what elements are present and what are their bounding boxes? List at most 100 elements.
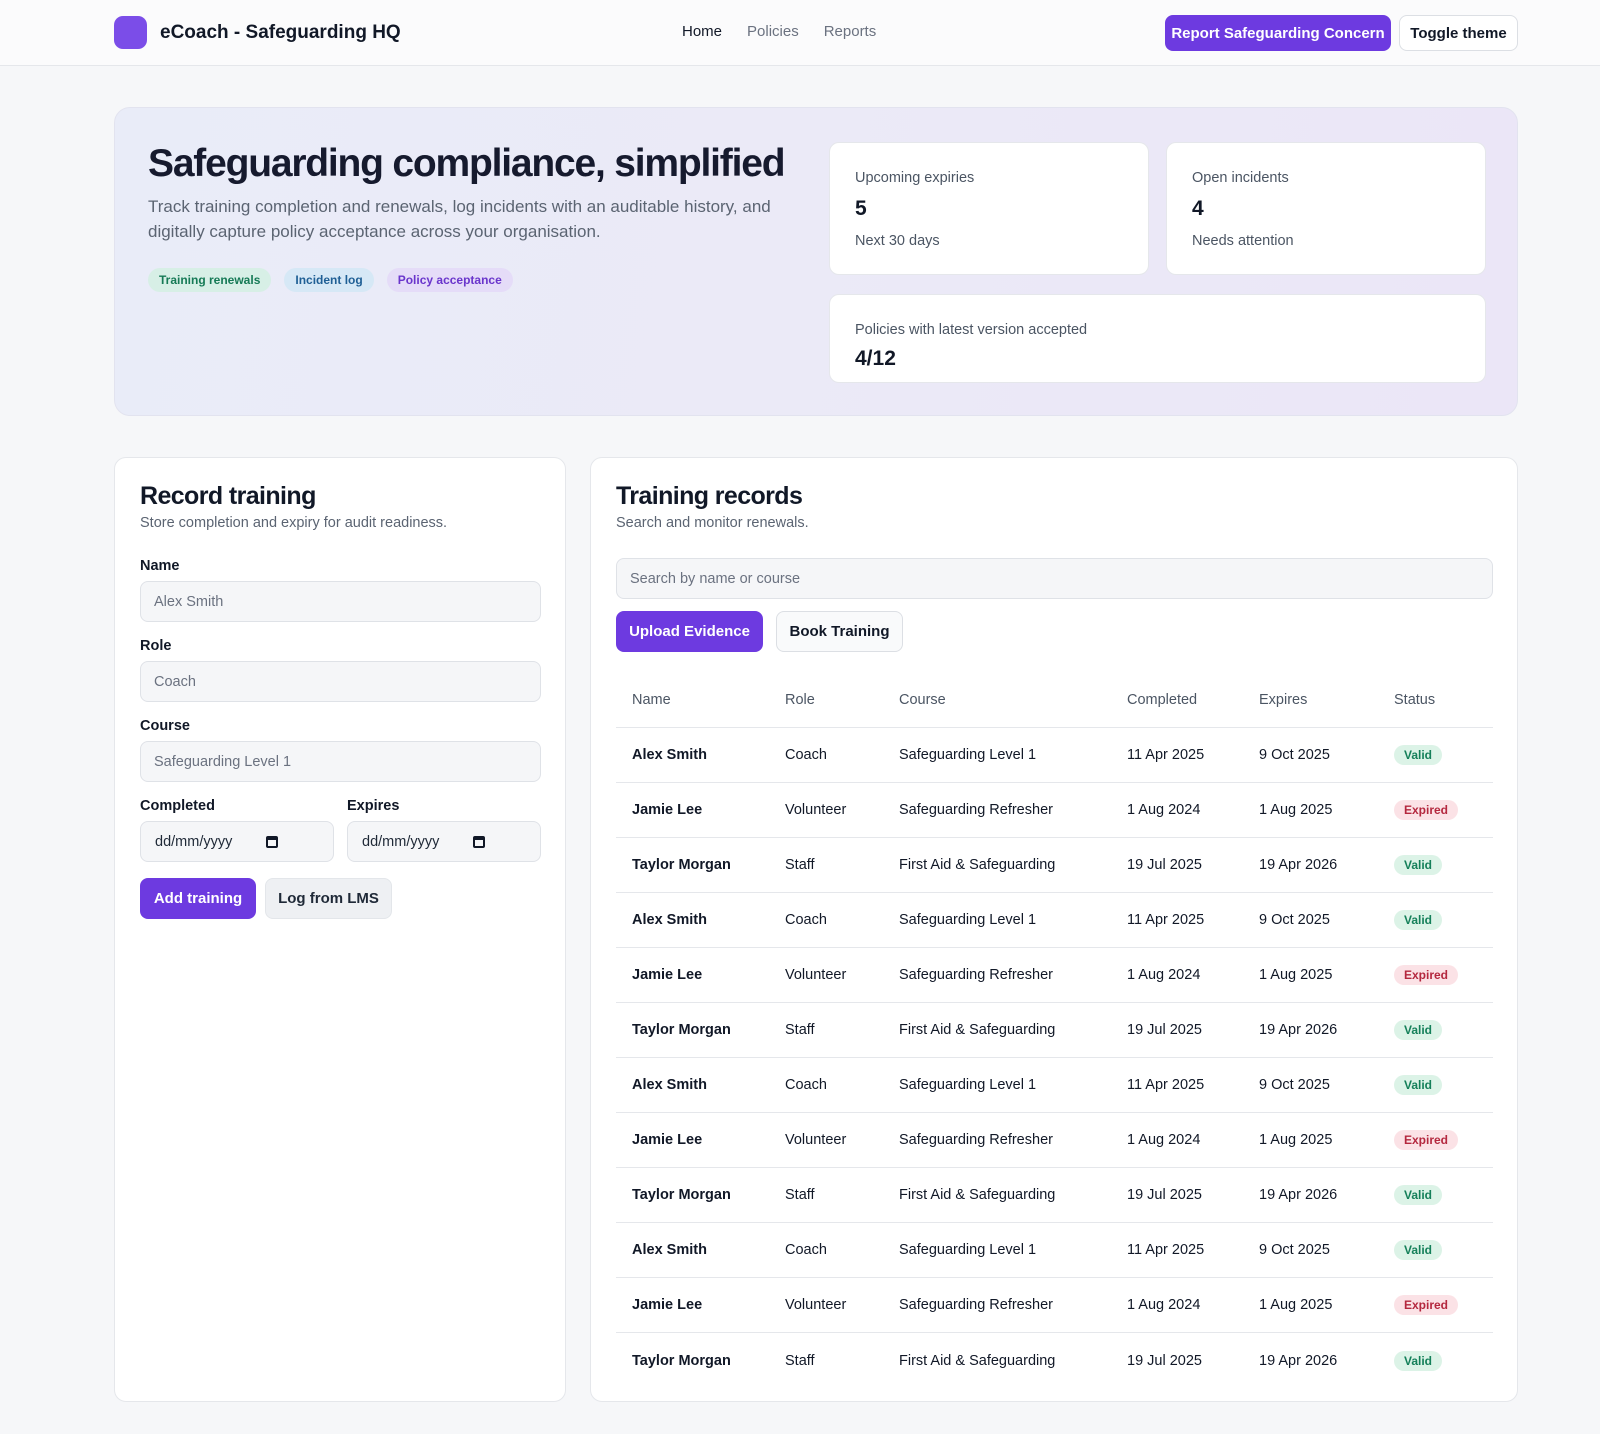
cell-completed: 19 Jul 2025	[1127, 1352, 1202, 1369]
cell-name: Taylor Morgan	[632, 857, 731, 873]
course-label: Course	[140, 718, 190, 734]
completed-label: Completed	[140, 798, 215, 814]
cell-completed: 11 Apr 2025	[1127, 912, 1205, 928]
table-row[interactable]: Jamie Lee Volunteer Safeguarding Refresher…	[616, 1113, 1493, 1168]
date-value: dd/mm/yyyy	[155, 833, 233, 850]
tag-incident-log: Incident log	[284, 268, 374, 292]
cell-expires: 9 Oct 2025	[1259, 1242, 1330, 1258]
add-training-button[interactable]: Add training	[140, 878, 256, 919]
completed-date-field[interactable]: dd/mm/yyyy	[140, 821, 334, 862]
cell-course: Safeguarding Level 1	[899, 912, 1037, 928]
cell-expires: 1 Aug 2025	[1259, 802, 1333, 818]
brand-logo-icon	[114, 16, 147, 49]
cell-role: Volunteer	[785, 967, 847, 983]
cell-role: Coach	[785, 1077, 827, 1093]
cell-name: Jamie Lee	[632, 967, 703, 983]
column-header-completed[interactable]: Completed	[1111, 692, 1243, 708]
cell-course: Safeguarding Refresher	[899, 1297, 1053, 1313]
column-header-expires[interactable]: Expires	[1243, 692, 1378, 708]
role-field[interactable]	[140, 661, 541, 702]
calendar-icon[interactable]	[266, 836, 278, 848]
cell-expires: 9 Oct 2025	[1259, 912, 1330, 928]
panel-subtitle: Search and monitor renewals.	[616, 515, 809, 531]
table-row[interactable]: Alex Smith Coach Safeguarding Level 1 11 Ap…	[616, 1223, 1493, 1278]
table-row[interactable]: Jamie Lee Volunteer Safeguarding Refresher…	[616, 1278, 1493, 1333]
cell-role: Volunteer	[785, 1132, 847, 1148]
cell-status: Valid	[1378, 1240, 1493, 1260]
cell-name: Alex Smith	[632, 1077, 707, 1093]
cell-status: Valid	[1378, 1020, 1493, 1040]
cell-status: Valid	[1378, 910, 1493, 930]
stat-hint: Next 30 days	[855, 233, 940, 249]
column-header-course[interactable]: Course	[883, 692, 1111, 708]
table-row[interactable]: Alex Smith Coach Safeguarding Level 1 11 Ap…	[616, 1058, 1493, 1113]
table-row[interactable]: Taylor Morgan Staff First Aid & Safeguardi…	[616, 838, 1493, 893]
status-badge: Valid	[1394, 1075, 1443, 1095]
table-row[interactable]: Taylor Morgan Staff First Aid & Safeguardi…	[616, 1168, 1493, 1223]
open-incidents-card: Open incidents 4 Needs attention	[1166, 142, 1486, 275]
column-header-name[interactable]: Name	[616, 692, 769, 708]
cell-role: Staff	[785, 1022, 815, 1038]
expires-date-field[interactable]: dd/mm/yyyy	[347, 821, 541, 862]
calendar-icon[interactable]	[473, 836, 485, 848]
status-badge: Expired	[1394, 800, 1459, 820]
cell-expires: 19 Apr 2026	[1259, 1187, 1338, 1203]
upcoming-expiries-card: Upcoming expiries 5 Next 30 days	[829, 142, 1149, 275]
cell-expires: 9 Oct 2025	[1259, 747, 1330, 763]
upload-evidence-button[interactable]: Upload Evidence	[616, 611, 763, 652]
cell-course: First Aid & Safeguarding	[899, 1022, 1056, 1038]
record-training-panel: Record training Store completion and exp…	[114, 457, 566, 1402]
cell-role: Coach	[785, 912, 827, 928]
panel-title: Record training	[140, 482, 316, 510]
nav-reports[interactable]: Reports	[824, 23, 877, 40]
table-row[interactable]: Taylor Morgan Staff First Aid & Safeguardi…	[616, 1003, 1493, 1058]
cell-status: Valid	[1378, 1075, 1493, 1095]
course-field[interactable]	[140, 741, 541, 782]
status-badge: Valid	[1394, 1020, 1443, 1040]
search-input[interactable]	[616, 558, 1493, 599]
name-field[interactable]	[140, 581, 541, 622]
cell-status: Expired	[1378, 1130, 1493, 1150]
status-badge: Valid	[1394, 855, 1443, 875]
table-row[interactable]: Taylor Morgan Staff First Aid & Safeguardi…	[616, 1333, 1493, 1388]
cell-course: Safeguarding Refresher	[899, 967, 1053, 983]
table-row[interactable]: Alex Smith Coach Safeguarding Level 1 11 Ap…	[616, 728, 1493, 783]
expires-label: Expires	[347, 798, 400, 814]
cell-completed: 11 Apr 2025	[1127, 1077, 1205, 1093]
cell-role: Volunteer	[785, 802, 847, 818]
toggle-theme-button[interactable]: Toggle theme	[1399, 15, 1518, 51]
status-badge: Valid	[1394, 910, 1443, 930]
cell-name: Jamie Lee	[632, 1297, 703, 1313]
cell-expires: 19 Apr 2026	[1259, 1022, 1338, 1038]
cell-status: Expired	[1378, 1295, 1493, 1315]
date-value: dd/mm/yyyy	[362, 833, 440, 850]
cell-name: Alex Smith	[632, 912, 707, 928]
panel-title: Training records	[616, 482, 803, 510]
app-title: eCoach - Safeguarding HQ	[160, 21, 401, 43]
nav-home[interactable]: Home	[682, 23, 722, 40]
cell-name: Alex Smith	[632, 1242, 707, 1258]
cell-expires: 9 Oct 2025	[1259, 1077, 1330, 1093]
cell-expires: 1 Aug 2025	[1259, 1132, 1333, 1148]
cell-completed: 1 Aug 2024	[1127, 967, 1201, 983]
main-nav: Home Policies Reports	[682, 23, 876, 40]
status-badge: Expired	[1394, 1130, 1459, 1150]
cell-expires: 19 Apr 2026	[1259, 857, 1338, 873]
name-label: Name	[140, 558, 180, 574]
stat-hint: Needs attention	[1192, 233, 1294, 249]
panel-subtitle: Store completion and expiry for audit re…	[140, 515, 448, 531]
cell-completed: 1 Aug 2024	[1127, 802, 1201, 818]
column-header-status[interactable]: Status	[1378, 692, 1493, 708]
table-row[interactable]: Jamie Lee Volunteer Safeguarding Refresher…	[616, 783, 1493, 838]
report-concern-button[interactable]: Report Safeguarding Concern	[1165, 15, 1391, 51]
nav-policies[interactable]: Policies	[747, 23, 799, 40]
book-training-button[interactable]: Book Training	[776, 611, 903, 652]
log-from-lms-button[interactable]: Log from LMS	[265, 878, 392, 919]
table-row[interactable]: Jamie Lee Volunteer Safeguarding Refresher…	[616, 948, 1493, 1003]
table-row[interactable]: Alex Smith Coach Safeguarding Level 1 11 Ap…	[616, 893, 1493, 948]
cell-role: Staff	[785, 1352, 815, 1369]
brand[interactable]: eCoach - Safeguarding HQ	[114, 16, 401, 49]
column-header-role[interactable]: Role	[769, 692, 883, 708]
cell-role: Coach	[785, 747, 827, 763]
cell-course: Safeguarding Level 1	[899, 747, 1037, 763]
